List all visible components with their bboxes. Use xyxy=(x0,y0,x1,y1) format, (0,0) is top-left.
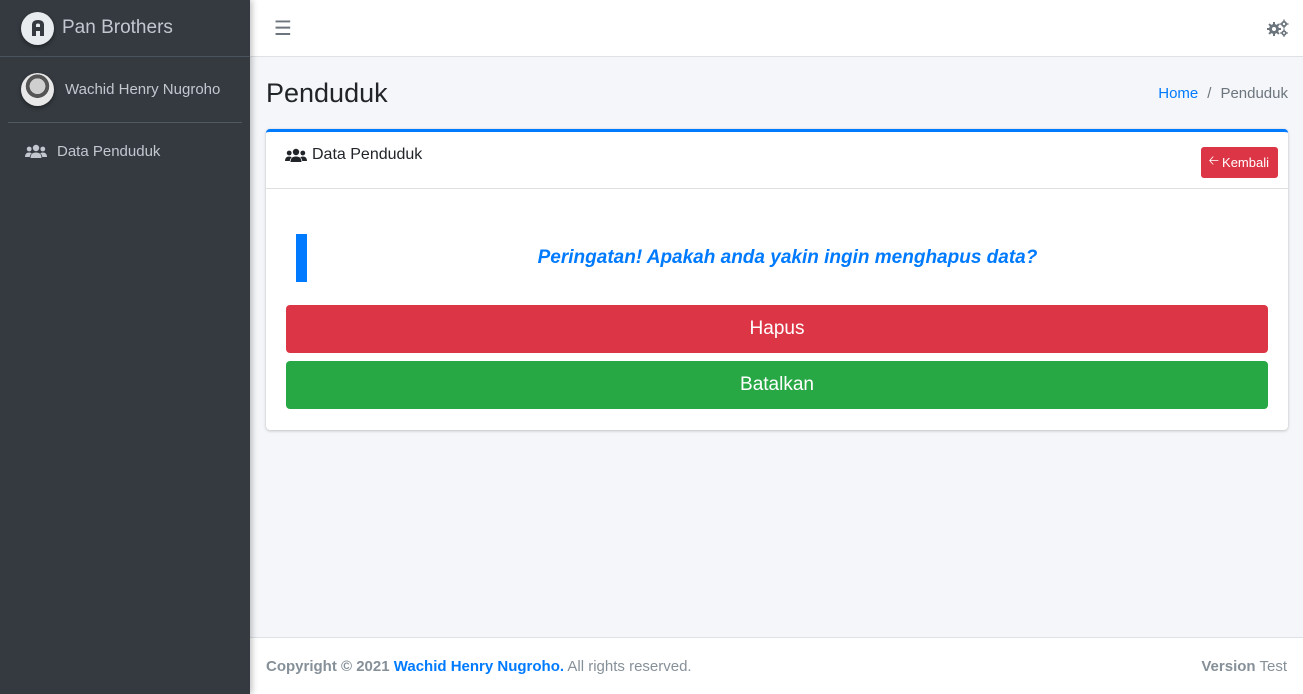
delete-button[interactable]: Hapus xyxy=(286,305,1268,353)
brand-link[interactable]: Pan Brothers xyxy=(0,0,250,57)
author-link[interactable]: Wachid Henry Nugroho. xyxy=(394,658,564,675)
copyright-prefix: Copyright © 2021 xyxy=(266,657,390,675)
user-panel: Wachid Henry Nugroho xyxy=(8,57,242,123)
users-icon xyxy=(25,143,49,159)
footer-version: Version Test xyxy=(1201,658,1287,675)
footer-copyright: Copyright © 2021 Wachid Henry Nugroho. A… xyxy=(266,658,692,675)
back-button[interactable]: 🡠 Kembali xyxy=(1200,147,1278,178)
confirm-card: Data Penduduk 🡠 Kembali Peringatan! Apak… xyxy=(266,129,1288,430)
sidebar-nav: Data Penduduk xyxy=(0,123,250,179)
card-title-text: Data Penduduk xyxy=(312,146,423,163)
brand-text: Pan Brothers xyxy=(62,17,173,38)
page-title: Penduduk xyxy=(266,77,388,108)
user-name[interactable]: Wachid Henry Nugroho xyxy=(65,81,220,98)
sidebar-item-data-penduduk[interactable]: Data Penduduk xyxy=(8,131,242,171)
breadcrumb-separator: / xyxy=(1207,84,1212,102)
card-title: Data Penduduk xyxy=(285,146,422,164)
top-navbar: ☰ xyxy=(250,0,1303,57)
breadcrumb: Home / Penduduk xyxy=(1158,85,1288,102)
warning-message: Peringatan! Apakah anda yakin ingin meng… xyxy=(537,247,1038,268)
card-header: Data Penduduk 🡠 Kembali xyxy=(266,132,1288,189)
back-button-label: Kembali xyxy=(1222,155,1269,170)
breadcrumb-current: Penduduk xyxy=(1220,84,1288,102)
hamburger-icon[interactable]: ☰ xyxy=(274,16,292,41)
avatar xyxy=(21,73,54,106)
gears-icon[interactable] xyxy=(1267,19,1289,37)
content-header: Penduduk Home / Penduduk xyxy=(250,57,1303,129)
brand-logo-icon xyxy=(21,11,54,45)
users-icon xyxy=(285,148,307,163)
sidebar: Pan Brothers Wachid Henry Nugroho Data P… xyxy=(0,0,250,694)
rights-text: All rights reserved. xyxy=(567,657,692,675)
footer: Copyright © 2021 Wachid Henry Nugroho. A… xyxy=(250,637,1303,694)
version-label: Version xyxy=(1201,657,1256,675)
cancel-button[interactable]: Batalkan xyxy=(286,361,1268,409)
sidebar-item-label: Data Penduduk xyxy=(57,142,161,160)
callout-accent-bar xyxy=(296,234,307,282)
breadcrumb-home-link[interactable]: Home xyxy=(1158,85,1198,102)
arrow-left-icon: 🡠 xyxy=(1208,152,1220,168)
warning-callout: Peringatan! Apakah anda yakin ingin meng… xyxy=(296,233,1268,283)
version-value: Test xyxy=(1259,657,1287,675)
